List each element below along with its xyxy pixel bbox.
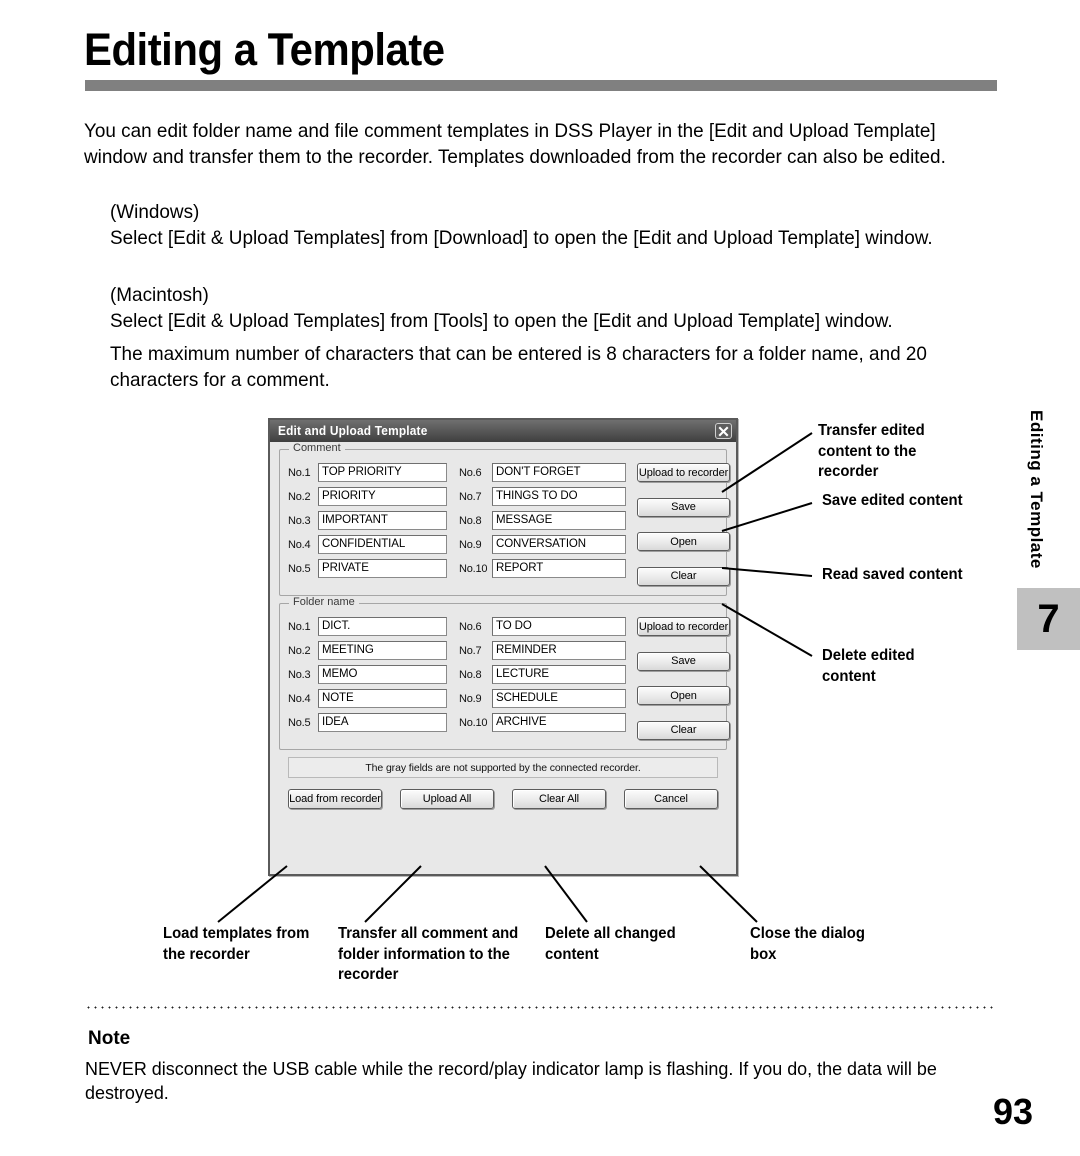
edit-and-upload-template-dialog: Edit and Upload Template Comment No.1 TO… xyxy=(268,418,738,876)
folder-input-1[interactable]: DICT. xyxy=(318,617,447,636)
callout-save-edited-content: Save edited content xyxy=(822,492,963,509)
folder-no-label-5: No.5 xyxy=(288,716,311,729)
folder-no-label-10: No.10 xyxy=(459,716,488,729)
chapter-number: 7 xyxy=(1037,596,1060,641)
comment-row-1: No.1 TOP PRIORITY No.6 DON'T FORGET xyxy=(288,463,637,482)
comment-no-label-3: No.3 xyxy=(288,514,311,527)
comment-input-9[interactable]: CONVERSATION xyxy=(492,535,626,554)
folder-save-button[interactable]: Save xyxy=(637,651,730,671)
comment-input-2[interactable]: PRIORITY xyxy=(318,487,447,506)
note-divider xyxy=(85,1006,995,1009)
title-rule xyxy=(85,80,997,91)
comment-no-label-6: No.6 xyxy=(459,466,482,479)
comment-input-8[interactable]: MESSAGE xyxy=(492,511,626,530)
clear-all-button[interactable]: Clear All xyxy=(512,789,606,809)
folder-row-5: No.5 IDEA No.10 ARCHIVE xyxy=(288,713,637,732)
callout-transfer-edited-content: Transfer edited content to the recorder xyxy=(818,422,925,480)
comment-row-2: No.2 PRIORITY No.7 THINGS TO DO xyxy=(288,487,637,506)
folder-input-4[interactable]: NOTE xyxy=(318,689,447,708)
comment-button-column: Upload to recorder Save Open Clear xyxy=(637,463,732,586)
comment-clear-button[interactable]: Clear xyxy=(637,566,730,586)
folder-name-group-legend: Folder name xyxy=(289,596,359,608)
callout-load-templates: Load templates from the recorder xyxy=(163,925,310,963)
comment-input-5[interactable]: PRIVATE xyxy=(318,559,447,578)
macintosh-instructions: (Macintosh) Select [Edit & Upload Templa… xyxy=(110,284,893,332)
folder-input-6[interactable]: TO DO xyxy=(492,617,626,636)
comment-input-10[interactable]: REPORT xyxy=(492,559,626,578)
comment-no-label-1: No.1 xyxy=(288,466,311,479)
load-from-recorder-button[interactable]: Load from recorder xyxy=(288,789,382,809)
dialog-title: Edit and Upload Template xyxy=(278,424,428,438)
comment-no-label-7: No.7 xyxy=(459,490,482,503)
comment-no-label-10: No.10 xyxy=(459,562,488,575)
comment-input-4[interactable]: CONFIDENTIAL xyxy=(318,535,447,554)
chapter-tab: 7 xyxy=(1017,588,1080,650)
folder-row-4: No.4 NOTE No.9 SCHEDULE xyxy=(288,689,637,708)
dialog-bottom-bar: Load from recorder Upload All Clear All … xyxy=(288,789,718,809)
comment-group: Comment No.1 TOP PRIORITY No.6 DON'T FOR… xyxy=(279,442,730,596)
note-body: NEVER disconnect the USB cable while the… xyxy=(85,1058,937,1103)
intro-paragraph: You can edit folder name and file commen… xyxy=(84,120,946,168)
side-chapter-label: Editing a Template xyxy=(1027,410,1046,569)
callout-delete-edited-content: Delete edited content xyxy=(822,647,915,685)
folder-row-3: No.3 MEMO No.8 LECTURE xyxy=(288,665,637,684)
folder-name-group: Folder name No.1 DICT. No.6 TO DO No.2 M… xyxy=(279,596,730,750)
folder-button-column: Upload to recorder Save Open Clear xyxy=(637,617,732,740)
comment-input-1[interactable]: TOP PRIORITY xyxy=(318,463,447,482)
page-number: 93 xyxy=(992,1091,1033,1132)
folder-row-2: No.2 MEETING No.7 REMINDER xyxy=(288,641,637,660)
upload-all-button[interactable]: Upload All xyxy=(400,789,494,809)
folder-input-3[interactable]: MEMO xyxy=(318,665,447,684)
dialog-body: Comment No.1 TOP PRIORITY No.6 DON'T FOR… xyxy=(270,442,736,809)
folder-open-button[interactable]: Open xyxy=(637,686,730,706)
comment-upload-to-recorder-button[interactable]: Upload to recorder xyxy=(637,463,730,482)
close-icon[interactable] xyxy=(715,423,732,439)
folder-input-2[interactable]: MEETING xyxy=(318,641,447,660)
comment-save-button[interactable]: Save xyxy=(637,497,730,517)
comment-no-label-4: No.4 xyxy=(288,538,311,551)
folder-no-label-7: No.7 xyxy=(459,644,482,657)
folder-input-10[interactable]: ARCHIVE xyxy=(492,713,626,732)
comment-no-label-5: No.5 xyxy=(288,562,311,575)
folder-no-label-9: No.9 xyxy=(459,692,482,705)
callout-transfer-all: Transfer all comment and folder informat… xyxy=(338,925,519,983)
folder-no-label-6: No.6 xyxy=(459,620,482,633)
comment-no-label-9: No.9 xyxy=(459,538,482,551)
folder-no-label-4: No.4 xyxy=(288,692,311,705)
folder-row-1: No.1 DICT. No.6 TO DO xyxy=(288,617,637,636)
folder-input-7[interactable]: REMINDER xyxy=(492,641,626,660)
folder-input-8[interactable]: LECTURE xyxy=(492,665,626,684)
folder-input-9[interactable]: SCHEDULE xyxy=(492,689,626,708)
folder-no-label-1: No.1 xyxy=(288,620,311,633)
note-heading: Note xyxy=(88,1028,131,1049)
comment-row-4: No.4 CONFIDENTIAL No.9 CONVERSATION xyxy=(288,535,637,554)
gray-fields-note: The gray fields are not supported by the… xyxy=(288,757,718,778)
callout-delete-all-changed: Delete all changed content xyxy=(545,925,676,963)
comment-no-label-2: No.2 xyxy=(288,490,311,503)
page-title: Editing a Template xyxy=(84,24,445,75)
comment-input-6[interactable]: DON'T FORGET xyxy=(492,463,626,482)
folder-no-label-3: No.3 xyxy=(288,668,311,681)
folder-upload-to-recorder-button[interactable]: Upload to recorder xyxy=(637,617,730,636)
callout-close-dialog-box: Close the dialog box xyxy=(750,925,865,963)
folder-input-5[interactable]: IDEA xyxy=(318,713,447,732)
folder-no-label-2: No.2 xyxy=(288,644,311,657)
dialog-titlebar[interactable]: Edit and Upload Template xyxy=(270,420,736,442)
windows-instructions: (Windows) Select [Edit & Upload Template… xyxy=(110,201,933,249)
folder-clear-button[interactable]: Clear xyxy=(637,720,730,740)
folder-no-label-8: No.8 xyxy=(459,668,482,681)
comment-input-3[interactable]: IMPORTANT xyxy=(318,511,447,530)
comment-row-5: No.5 PRIVATE No.10 REPORT xyxy=(288,559,637,578)
comment-open-button[interactable]: Open xyxy=(637,532,730,552)
max-characters-paragraph: The maximum number of characters that ca… xyxy=(110,343,927,391)
callout-read-saved-content: Read saved content xyxy=(822,566,963,583)
comment-row-3: No.3 IMPORTANT No.8 MESSAGE xyxy=(288,511,637,530)
cancel-button[interactable]: Cancel xyxy=(624,789,718,809)
comment-input-7[interactable]: THINGS TO DO xyxy=(492,487,626,506)
comment-group-legend: Comment xyxy=(289,442,345,454)
comment-no-label-8: No.8 xyxy=(459,514,482,527)
